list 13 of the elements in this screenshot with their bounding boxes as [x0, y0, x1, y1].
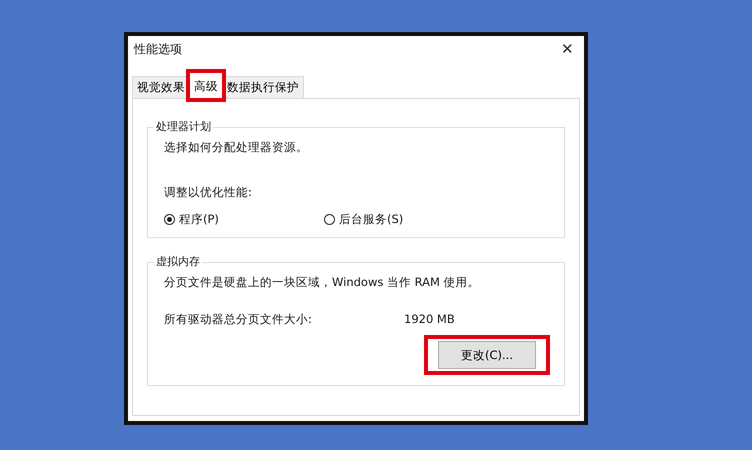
radio-option[interactable]: 程序(P): [164, 212, 324, 227]
size-label: 所有驱动器总分页文件大小:: [164, 312, 313, 327]
tab[interactable]: 高级: [189, 72, 223, 99]
description-text: 选择如何分配处理器资源。: [164, 140, 309, 155]
close-button[interactable]: ✕: [557, 40, 578, 58]
prompt-text: 调整以优化性能:: [164, 185, 253, 200]
size-value: 1920 MB: [404, 312, 455, 327]
group-title: 处理器计划: [154, 119, 213, 134]
description-text: 分页文件是硬盘上的一块区域，Windows 当作 RAM 使用。: [164, 275, 481, 290]
change-button[interactable]: 更改(C)...: [438, 341, 536, 369]
radio-option[interactable]: 后台服务(S): [324, 212, 484, 227]
group-title: 虚拟内存: [154, 254, 202, 269]
window-title: 性能选项: [134, 40, 182, 58]
